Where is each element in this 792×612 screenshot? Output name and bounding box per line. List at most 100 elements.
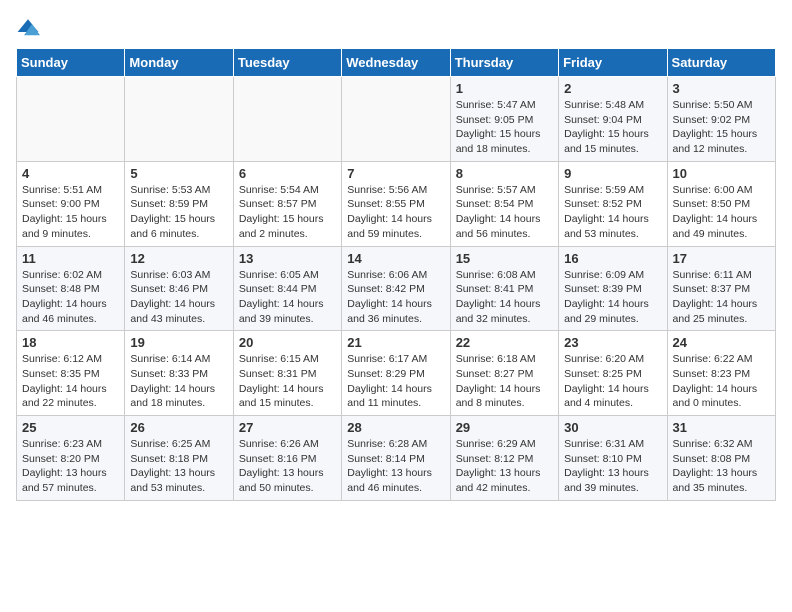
day-number: 27 [239,420,336,435]
column-header-tuesday: Tuesday [233,49,341,77]
day-number: 20 [239,335,336,350]
calendar-header-row: SundayMondayTuesdayWednesdayThursdayFrid… [17,49,776,77]
calendar-cell: 15 Sunrise: 6:08 AM Sunset: 8:41 PM Dayli… [450,246,558,331]
calendar-week-row: 18 Sunrise: 6:12 AM Sunset: 8:35 PM Dayli… [17,331,776,416]
day-info: Sunrise: 6:18 AM Sunset: 8:27 PM Dayligh… [456,352,553,411]
day-number: 17 [673,251,770,266]
logo [16,16,44,40]
day-info: Sunrise: 6:11 AM Sunset: 8:37 PM Dayligh… [673,268,770,327]
calendar-cell: 7Sunrise: 5:56 AM Sunset: 8:55 PM Daylig… [342,161,450,246]
day-number: 22 [456,335,553,350]
day-number: 25 [22,420,119,435]
day-number: 21 [347,335,444,350]
calendar-week-row: 11 Sunrise: 6:02 AM Sunset: 8:48 PM Dayli… [17,246,776,331]
day-info: Sunrise: 6:22 AM Sunset: 8:23 PM Dayligh… [673,352,770,411]
calendar-cell: 6Sunrise: 5:54 AM Sunset: 8:57 PM Daylig… [233,161,341,246]
day-info: Sunrise: 6:32 AM Sunset: 8:08 PM Dayligh… [673,437,770,496]
day-info: Sunrise: 6:15 AM Sunset: 8:31 PM Dayligh… [239,352,336,411]
calendar-cell: 1 Sunrise: 5:47 AM Sunset: 9:05 PM Daylig… [450,77,558,162]
day-info: Sunrise: 6:29 AM Sunset: 8:12 PM Dayligh… [456,437,553,496]
column-header-thursday: Thursday [450,49,558,77]
day-number: 16 [564,251,661,266]
column-header-sunday: Sunday [17,49,125,77]
calendar-cell: 8 Sunrise: 5:57 AM Sunset: 8:54 PM Daylig… [450,161,558,246]
day-number: 19 [130,335,227,350]
day-info: Sunrise: 5:59 AM Sunset: 8:52 PM Dayligh… [564,183,661,242]
day-info: Sunrise: 6:28 AM Sunset: 8:14 PM Dayligh… [347,437,444,496]
calendar-cell: 18 Sunrise: 6:12 AM Sunset: 8:35 PM Dayli… [17,331,125,416]
day-number: 1 [456,81,553,96]
day-number: 7 [347,166,444,181]
calendar-cell: 11 Sunrise: 6:02 AM Sunset: 8:48 PM Dayli… [17,246,125,331]
calendar-cell: 29 Sunrise: 6:29 AM Sunset: 8:12 PM Dayli… [450,416,558,501]
calendar-cell: 25 Sunrise: 6:23 AM Sunset: 8:20 PM Dayli… [17,416,125,501]
column-header-friday: Friday [559,49,667,77]
day-number: 8 [456,166,553,181]
day-info: Sunrise: 5:47 AM Sunset: 9:05 PM Dayligh… [456,98,553,157]
day-number: 9 [564,166,661,181]
day-info: Sunrise: 5:57 AM Sunset: 8:54 PM Dayligh… [456,183,553,242]
day-info: Sunrise: 6:14 AM Sunset: 8:33 PM Dayligh… [130,352,227,411]
day-info: Sunrise: 5:48 AM Sunset: 9:04 PM Dayligh… [564,98,661,157]
calendar-cell [125,77,233,162]
day-number: 3 [673,81,770,96]
day-info: Sunrise: 6:23 AM Sunset: 8:20 PM Dayligh… [22,437,119,496]
calendar-cell [233,77,341,162]
day-info: Sunrise: 6:08 AM Sunset: 8:41 PM Dayligh… [456,268,553,327]
column-header-wednesday: Wednesday [342,49,450,77]
calendar-week-row: 25 Sunrise: 6:23 AM Sunset: 8:20 PM Dayli… [17,416,776,501]
calendar-cell: 19 Sunrise: 6:14 AM Sunset: 8:33 PM Dayli… [125,331,233,416]
day-info: Sunrise: 6:02 AM Sunset: 8:48 PM Dayligh… [22,268,119,327]
calendar-cell: 21 Sunrise: 6:17 AM Sunset: 8:29 PM Dayli… [342,331,450,416]
day-info: Sunrise: 5:51 AM Sunset: 9:00 PM Dayligh… [22,183,119,242]
calendar-cell: 4 Sunrise: 5:51 AM Sunset: 9:00 PM Daylig… [17,161,125,246]
day-number: 4 [22,166,119,181]
calendar-cell: 5Sunrise: 5:53 AM Sunset: 8:59 PM Daylig… [125,161,233,246]
day-number: 28 [347,420,444,435]
day-info: Sunrise: 6:31 AM Sunset: 8:10 PM Dayligh… [564,437,661,496]
calendar-cell: 23Sunrise: 6:20 AM Sunset: 8:25 PM Dayli… [559,331,667,416]
calendar-cell: 17 Sunrise: 6:11 AM Sunset: 8:37 PM Dayli… [667,246,775,331]
calendar-table: SundayMondayTuesdayWednesdayThursdayFrid… [16,48,776,501]
calendar-cell: 30Sunrise: 6:31 AM Sunset: 8:10 PM Dayli… [559,416,667,501]
calendar-cell: 14 Sunrise: 6:06 AM Sunset: 8:42 PM Dayli… [342,246,450,331]
calendar-cell: 20 Sunrise: 6:15 AM Sunset: 8:31 PM Dayli… [233,331,341,416]
day-info: Sunrise: 6:26 AM Sunset: 8:16 PM Dayligh… [239,437,336,496]
day-number: 6 [239,166,336,181]
page-header [16,16,776,40]
day-number: 12 [130,251,227,266]
day-number: 23 [564,335,661,350]
calendar-cell: 27 Sunrise: 6:26 AM Sunset: 8:16 PM Dayli… [233,416,341,501]
calendar-cell [342,77,450,162]
day-info: Sunrise: 6:00 AM Sunset: 8:50 PM Dayligh… [673,183,770,242]
day-info: Sunrise: 5:50 AM Sunset: 9:02 PM Dayligh… [673,98,770,157]
calendar-week-row: 1 Sunrise: 5:47 AM Sunset: 9:05 PM Daylig… [17,77,776,162]
day-number: 29 [456,420,553,435]
day-number: 15 [456,251,553,266]
calendar-cell: 12 Sunrise: 6:03 AM Sunset: 8:46 PM Dayli… [125,246,233,331]
logo-icon [16,16,40,40]
day-info: Sunrise: 6:06 AM Sunset: 8:42 PM Dayligh… [347,268,444,327]
calendar-cell: 3 Sunrise: 5:50 AM Sunset: 9:02 PM Daylig… [667,77,775,162]
day-number: 10 [673,166,770,181]
calendar-week-row: 4 Sunrise: 5:51 AM Sunset: 9:00 PM Daylig… [17,161,776,246]
day-info: Sunrise: 6:17 AM Sunset: 8:29 PM Dayligh… [347,352,444,411]
calendar-cell: 10 Sunrise: 6:00 AM Sunset: 8:50 PM Dayli… [667,161,775,246]
day-info: Sunrise: 6:12 AM Sunset: 8:35 PM Dayligh… [22,352,119,411]
day-number: 18 [22,335,119,350]
day-number: 26 [130,420,227,435]
calendar-cell: 9 Sunrise: 5:59 AM Sunset: 8:52 PM Daylig… [559,161,667,246]
calendar-cell: 26Sunrise: 6:25 AM Sunset: 8:18 PM Dayli… [125,416,233,501]
day-number: 14 [347,251,444,266]
day-number: 13 [239,251,336,266]
day-number: 31 [673,420,770,435]
day-info: Sunrise: 5:53 AM Sunset: 8:59 PM Dayligh… [130,183,227,242]
day-info: Sunrise: 6:09 AM Sunset: 8:39 PM Dayligh… [564,268,661,327]
calendar-cell: 2Sunrise: 5:48 AM Sunset: 9:04 PM Daylig… [559,77,667,162]
calendar-cell [17,77,125,162]
calendar-cell: 13Sunrise: 6:05 AM Sunset: 8:44 PM Dayli… [233,246,341,331]
day-number: 11 [22,251,119,266]
calendar-cell: 31 Sunrise: 6:32 AM Sunset: 8:08 PM Dayli… [667,416,775,501]
day-info: Sunrise: 6:03 AM Sunset: 8:46 PM Dayligh… [130,268,227,327]
calendar-cell: 24Sunrise: 6:22 AM Sunset: 8:23 PM Dayli… [667,331,775,416]
